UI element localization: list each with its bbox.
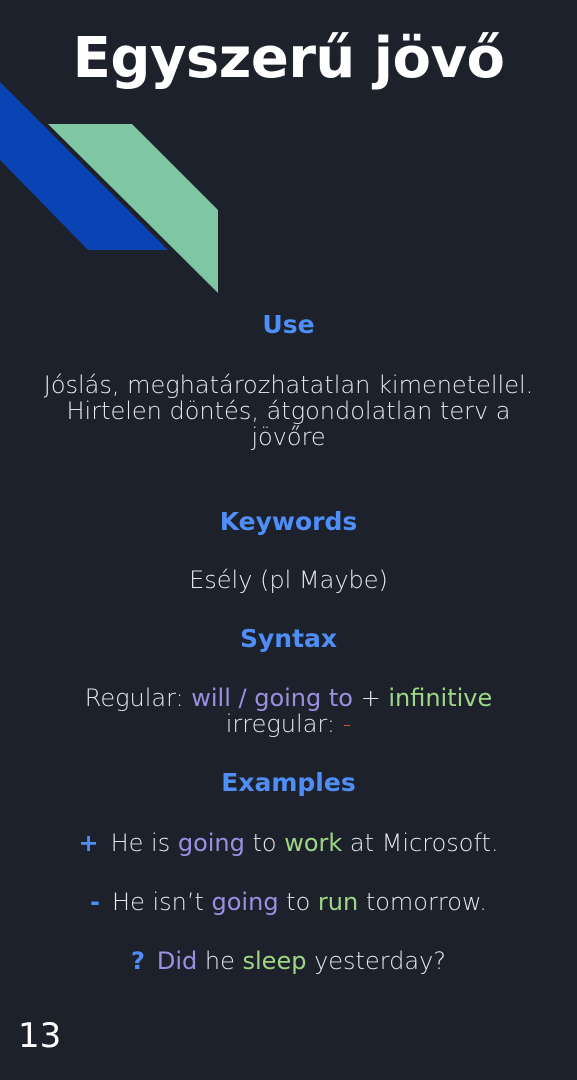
example-aux: going (211, 888, 279, 916)
example-text-2: to (278, 888, 318, 916)
use-text: Jóslás, meghatározhatatlan kimenetellel.… (40, 372, 537, 450)
example-question: ? Did he sleep yesterday? (0, 947, 577, 975)
use-heading: Use (262, 310, 315, 339)
syntax-regular-line: Regular: will / going to + infinitive (40, 685, 537, 711)
keywords-text: Esély (pl Maybe) (189, 566, 388, 594)
syntax-irregular-line: irregular: - (40, 711, 537, 737)
example-text-3: at Microsoft. (342, 829, 499, 857)
syntax-irregular-label: irregular: (225, 710, 343, 738)
example-text-1: He isn’t (112, 888, 212, 916)
page-number: 13 (18, 1016, 62, 1056)
example-text-2: to (244, 829, 285, 857)
syntax-regular-verb: infinitive (388, 684, 493, 712)
syntax-regular-label: Regular: (84, 684, 192, 712)
keywords-heading: Keywords (219, 507, 358, 536)
syntax-text: Regular: will / going to + infinitive ir… (40, 685, 537, 737)
example-negative: - He isn’t going to run tomorrow. (0, 888, 577, 916)
syntax-irregular-value: - (342, 710, 352, 738)
slide-title: Egyszerű jövő (72, 26, 505, 91)
minus-symbol: - (90, 888, 101, 916)
examples-heading: Examples (221, 768, 356, 797)
example-aux: going (177, 829, 245, 857)
plus-symbol: + (78, 829, 99, 857)
syntax-regular-aux: will / going to (191, 684, 353, 712)
example-verb: work (284, 829, 343, 857)
example-text-1: He is (110, 829, 178, 857)
example-verb: run (317, 888, 359, 916)
use-line-2: Hirtelen döntés, átgondolatlan terv a jö… (66, 397, 511, 451)
slide: Egyszerű jövő Use Jóslás, meghatározhata… (0, 0, 577, 1080)
example-text-3: tomorrow. (358, 888, 487, 916)
syntax-heading: Syntax (239, 624, 338, 653)
example-aux: Did (156, 947, 198, 975)
example-text-2: he (197, 947, 243, 975)
example-verb: sleep (242, 947, 307, 975)
use-line-1: Jóslás, meghatározhatatlan kimenetellel. (43, 371, 534, 399)
example-text-3: yesterday? (306, 947, 447, 975)
syntax-plus: + (352, 684, 389, 712)
example-positive: + He is going to work at Microsoft. (0, 829, 577, 857)
question-symbol: ? (130, 947, 145, 975)
